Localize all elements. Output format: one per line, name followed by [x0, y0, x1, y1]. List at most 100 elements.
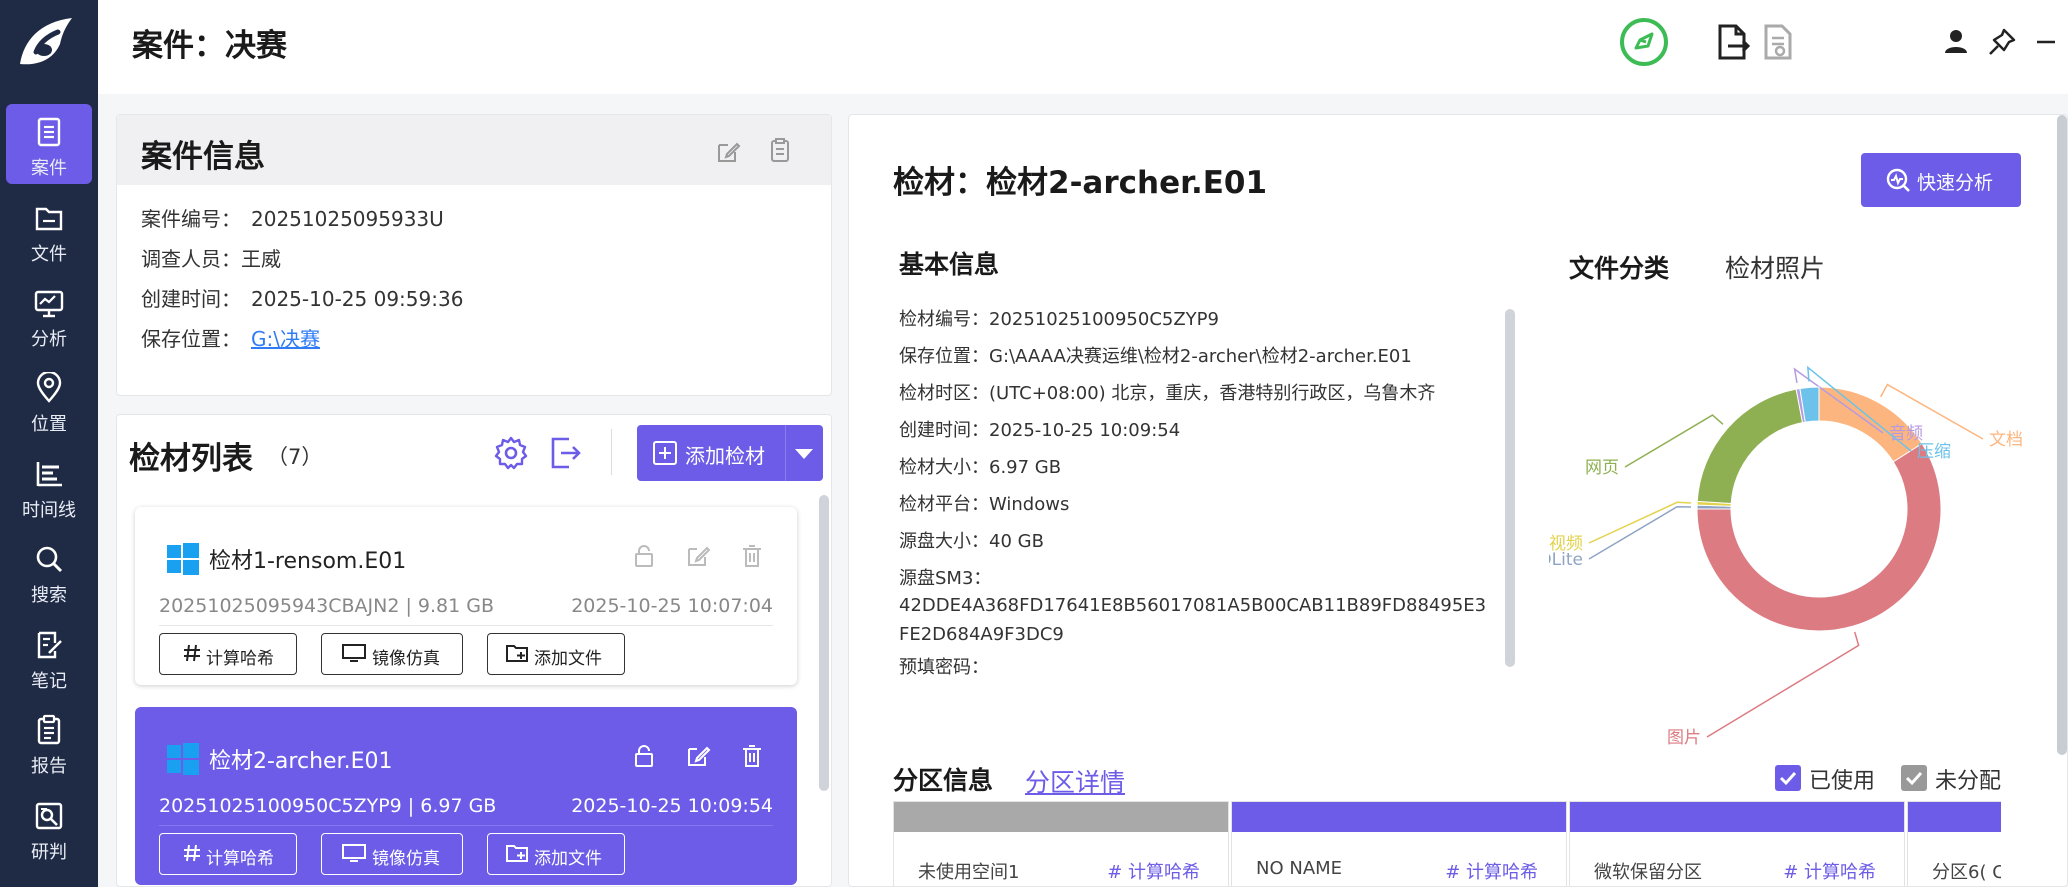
app-logo-icon [20, 18, 72, 65]
sidebar-item-report[interactable]: 报告 [6, 702, 92, 782]
partition-card[interactable]: 微软保留分区 # 计算哈希 [1569, 801, 1905, 887]
settings-icon[interactable] [493, 435, 529, 471]
delete-icon[interactable] [739, 543, 765, 569]
sidebar-item-label: 搜索 [31, 585, 67, 606]
detail-scrollbar[interactable] [2057, 115, 2067, 755]
minimize-icon[interactable] [2026, 22, 2066, 62]
evidence-item[interactable]: 检材1-rensom.E01 20251025095943CBAJN2 | 9.… [135, 507, 797, 685]
location-icon [36, 372, 62, 403]
evidence-detail-panel: 检材：检材2-archer.E01 快速分析 基本信息 检材编号：2025102… [848, 114, 2068, 887]
partition-hash-button[interactable]: # 计算哈希 [1107, 858, 1200, 884]
sidebar-item-label: 笔记 [31, 671, 67, 692]
sidebar-item-timeline[interactable]: 时间线 [6, 446, 92, 526]
edit-icon[interactable] [685, 743, 711, 769]
donut-label: 图片 [1667, 728, 1701, 748]
basic-info-scrollbar[interactable] [1505, 309, 1515, 667]
mirror-emulation-button[interactable]: 镜像仿真 [321, 633, 463, 675]
donut-label: 网页 [1585, 458, 1619, 478]
sidebar-item-note[interactable]: 笔记 [6, 617, 92, 697]
partition-cards: 未使用空间1 # 计算哈希 NO NAME # 计算哈希 微软保留分区 # 计算… [893, 801, 2001, 887]
button-label: 镜像仿真 [372, 849, 440, 869]
title-bar: 案件：决赛 [98, 0, 2068, 94]
partition-bar [1570, 802, 1904, 832]
partition-bar [894, 802, 1228, 832]
case-number-row: 案件编号： 20251025095933U [141, 203, 444, 232]
partition-hash-button[interactable]: # 计算哈希 [1445, 858, 1538, 884]
export-list-icon[interactable] [547, 435, 583, 471]
tab-evidence-photo[interactable]: 检材照片 [1725, 249, 1825, 285]
location-row: 保存位置： G:\决赛 [141, 323, 320, 352]
donut-label-line [1588, 506, 1692, 560]
add-evidence-button[interactable]: 添加检材 [637, 425, 823, 481]
edit-icon[interactable] [685, 543, 711, 569]
donut-label-line [1588, 501, 1692, 544]
donut-label: 视频 [1549, 534, 1583, 554]
sidebar-item-judge[interactable]: 研判 [6, 788, 92, 868]
evidence-name: 检材1-rensom.E01 [209, 549, 407, 574]
partition-card[interactable]: 未使用空间1 # 计算哈希 [893, 801, 1229, 887]
divider [159, 625, 773, 626]
export-icon[interactable] [1708, 18, 1756, 66]
user-icon[interactable] [1936, 22, 1976, 62]
compute-hash-button[interactable]: 计算哈希 [159, 833, 297, 875]
sidebar-item-file[interactable]: 文件 [6, 190, 92, 270]
sidebar-item-location[interactable]: 位置 [6, 360, 92, 440]
partition-name: 分区6( C [1932, 862, 2001, 883]
donut-label: 音频 [1889, 424, 1923, 444]
case-location-link[interactable]: G:\决赛 [251, 323, 320, 352]
created-row: 创建时间： 2025-10-25 09:59:36 [141, 283, 463, 312]
edit-icon[interactable] [715, 139, 741, 165]
partition-card[interactable]: 分区6( C [1907, 801, 2001, 887]
sidebar-item-label: 研判 [31, 842, 67, 863]
pin-icon[interactable] [1982, 22, 2022, 62]
basic-info-title: 基本信息 [899, 250, 1000, 279]
evidence-time: 2025-10-25 10:09:54 [571, 795, 773, 817]
evidence-created: 创建时间：2025-10-25 10:09:54 [899, 420, 1181, 441]
lock-icon[interactable] [631, 543, 657, 569]
sidebar-item-label: 案件 [31, 158, 67, 179]
donut-slice[interactable] [1696, 388, 1804, 505]
case-info-header: 案件信息 [117, 115, 831, 185]
compute-hash-button[interactable]: 计算哈希 [159, 633, 297, 675]
donut-label-line [1706, 631, 1860, 738]
evidence-id: 检材编号：20251025100950C5ZYP9 [899, 309, 1219, 330]
evidence-name: 检材2-archer.E01 [209, 749, 393, 774]
report-icon [37, 714, 61, 745]
donut-label: 压缩 [1917, 442, 1951, 462]
report-template-icon[interactable] [1754, 18, 1802, 66]
quick-analysis-button[interactable]: 快速分析 [1861, 153, 2021, 207]
hash-icon [184, 844, 200, 862]
sidebar-item-case[interactable]: 案件 [6, 104, 92, 184]
partition-name: NO NAME [1256, 858, 1343, 879]
tab-file-classification[interactable]: 文件分类 [1569, 249, 1669, 285]
add-file-button[interactable]: 添加文件 [487, 833, 625, 875]
sidebar-item-search[interactable]: 搜索 [6, 531, 92, 611]
add-file-button[interactable]: 添加文件 [487, 633, 625, 675]
evidence-platform: 检材平台：Windows [899, 494, 1070, 515]
monitor-icon [342, 844, 366, 862]
quick-analysis-icon [1886, 168, 1910, 192]
partition-card[interactable]: NO NAME # 计算哈希 [1231, 801, 1567, 887]
lock-icon[interactable] [631, 743, 657, 769]
chevron-down-icon[interactable] [795, 449, 813, 459]
divider [159, 825, 773, 826]
sm3-value: 42DDE4A368FD17641E8B56017081A5B00CAB11B8… [899, 595, 1487, 645]
clipboard-icon[interactable] [767, 137, 793, 163]
partition-details-link[interactable]: 分区详情 [1025, 763, 1125, 799]
basic-info-list: 检材编号：20251025100950C5ZYP9 保存位置：G:\AAAA决赛… [899, 301, 1489, 811]
status-ok-icon[interactable] [1620, 18, 1668, 66]
quick-analysis-label: 快速分析 [1917, 172, 1994, 194]
sidebar-item-analysis[interactable]: 分析 [6, 275, 92, 355]
partition-hash-button[interactable]: # 计算哈希 [1783, 858, 1876, 884]
button-label: 添加文件 [534, 649, 602, 669]
add-folder-icon [506, 845, 528, 862]
mirror-emulation-button[interactable]: 镜像仿真 [321, 833, 463, 875]
evidence-item-selected[interactable]: 检材2-archer.E01 20251025100950C5ZYP9 | 6.… [135, 707, 797, 885]
unallocated-checkbox[interactable]: 未分配 [1901, 763, 2021, 793]
used-checkbox[interactable]: 已使用 [1775, 763, 1905, 794]
delete-icon[interactable] [739, 743, 765, 769]
evidence-meta: 20251025095943CBAJN2 | 9.81 GB [159, 595, 495, 617]
evidence-list-scrollbar[interactable] [819, 495, 829, 791]
sidebar-item-label: 时间线 [22, 500, 76, 521]
source-disk-size: 源盘大小：40 GB [899, 531, 1044, 552]
